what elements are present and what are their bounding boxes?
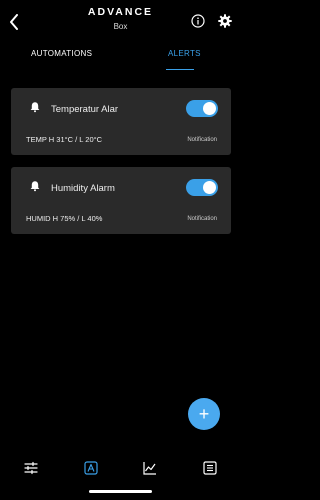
alert-type: Notification	[187, 137, 217, 143]
info-button[interactable]	[191, 14, 205, 28]
alert-threshold: HUMID H 75% / L 40%	[26, 214, 103, 223]
bottom-nav	[0, 452, 241, 484]
settings-button[interactable]	[218, 14, 232, 28]
toggle-knob	[203, 181, 216, 194]
list-icon	[203, 461, 217, 475]
info-icon	[191, 14, 205, 28]
bell-icon	[30, 181, 40, 192]
alert-card[interactable]: Temperatur Alar TEMP H 31°C / L 20°C Not…	[11, 88, 231, 155]
tab-alerts[interactable]: ALERTS	[168, 49, 201, 58]
nav-item-controls[interactable]	[23, 460, 39, 476]
gear-icon	[218, 14, 232, 28]
alert-toggle[interactable]	[186, 100, 218, 117]
alert-name: Temperatur Alar	[51, 104, 119, 115]
header: ADVANCE Box	[0, 0, 241, 40]
nav-item-automation[interactable]	[83, 460, 99, 476]
add-alert-button[interactable]: +	[188, 398, 220, 430]
automation-icon	[84, 461, 98, 475]
home-indicator	[89, 490, 152, 493]
chart-icon	[143, 462, 156, 475]
active-tab-indicator	[166, 69, 194, 70]
tab-automations[interactable]: AUTOMATIONS	[31, 49, 92, 58]
alert-toggle[interactable]	[186, 179, 218, 196]
alert-threshold: TEMP H 31°C / L 20°C	[26, 135, 103, 144]
alert-type: Notification	[187, 216, 217, 222]
sliders-icon	[24, 461, 38, 475]
alert-name: Humidity Alarm	[51, 183, 115, 194]
nav-item-list[interactable]	[202, 460, 218, 476]
bell-icon	[30, 102, 40, 113]
tab-bar: AUTOMATIONS ALERTS	[0, 42, 241, 70]
alert-card[interactable]: Humidity Alarm HUMID H 75% / L 40% Notif…	[11, 167, 231, 234]
nav-item-charts[interactable]	[142, 460, 158, 476]
toggle-knob	[203, 102, 216, 115]
